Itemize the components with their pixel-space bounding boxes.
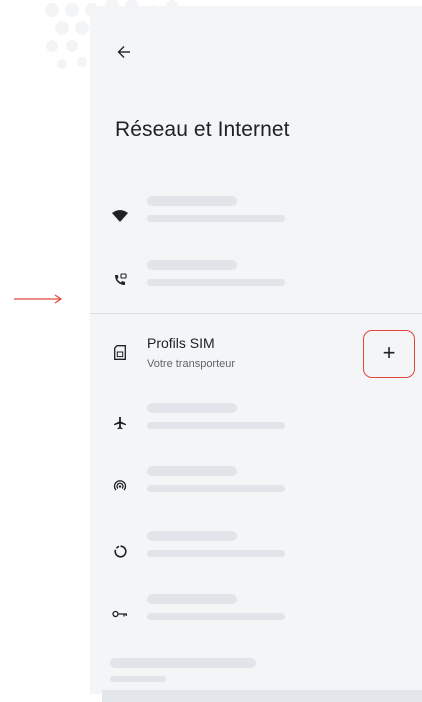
add-icon: + — [382, 340, 396, 365]
placeholder-subtitle — [147, 215, 285, 222]
sim-profiles-title: Profils SIM — [147, 335, 215, 351]
placeholder-subtitle — [147, 613, 285, 620]
placeholder-subtitle — [147, 485, 285, 492]
vpn-key-icon — [110, 604, 130, 624]
sim-card-icon — [110, 342, 130, 362]
data-saver-icon — [110, 541, 130, 561]
placeholder-footer-line — [110, 658, 256, 668]
pointer-arrow-icon — [14, 294, 63, 304]
settings-row-vpn[interactable] — [90, 594, 422, 634]
panel-bottom-edge — [102, 690, 422, 702]
settings-row-airplane[interactable] — [90, 403, 422, 443]
placeholder-title — [147, 531, 237, 541]
wifi-icon — [110, 206, 130, 226]
placeholder-subtitle — [147, 279, 285, 286]
settings-row-wifi[interactable] — [90, 196, 422, 236]
airplane-icon — [110, 413, 130, 433]
add-sim-profile-button[interactable]: + — [363, 330, 415, 378]
section-divider — [90, 313, 422, 314]
hotspot-icon — [110, 476, 130, 496]
back-button[interactable] — [110, 38, 138, 66]
page-title: Réseau et Internet — [115, 118, 290, 141]
settings-row-calling[interactable] — [90, 260, 422, 300]
settings-row-data-saver[interactable] — [90, 531, 422, 571]
placeholder-title — [147, 196, 237, 206]
placeholder-title — [147, 594, 237, 604]
placeholder-title — [147, 403, 237, 413]
placeholder-title — [147, 466, 237, 476]
placeholder-footer-line — [110, 676, 166, 682]
placeholder-title — [147, 260, 237, 270]
wifi-calling-icon — [110, 270, 130, 290]
placeholder-subtitle — [147, 422, 285, 429]
placeholder-subtitle — [147, 550, 285, 557]
arrow-back-icon — [117, 46, 130, 58]
sim-profiles-subtitle: Votre transporteur — [147, 358, 236, 370]
settings-row-hotspot[interactable] — [90, 466, 422, 506]
